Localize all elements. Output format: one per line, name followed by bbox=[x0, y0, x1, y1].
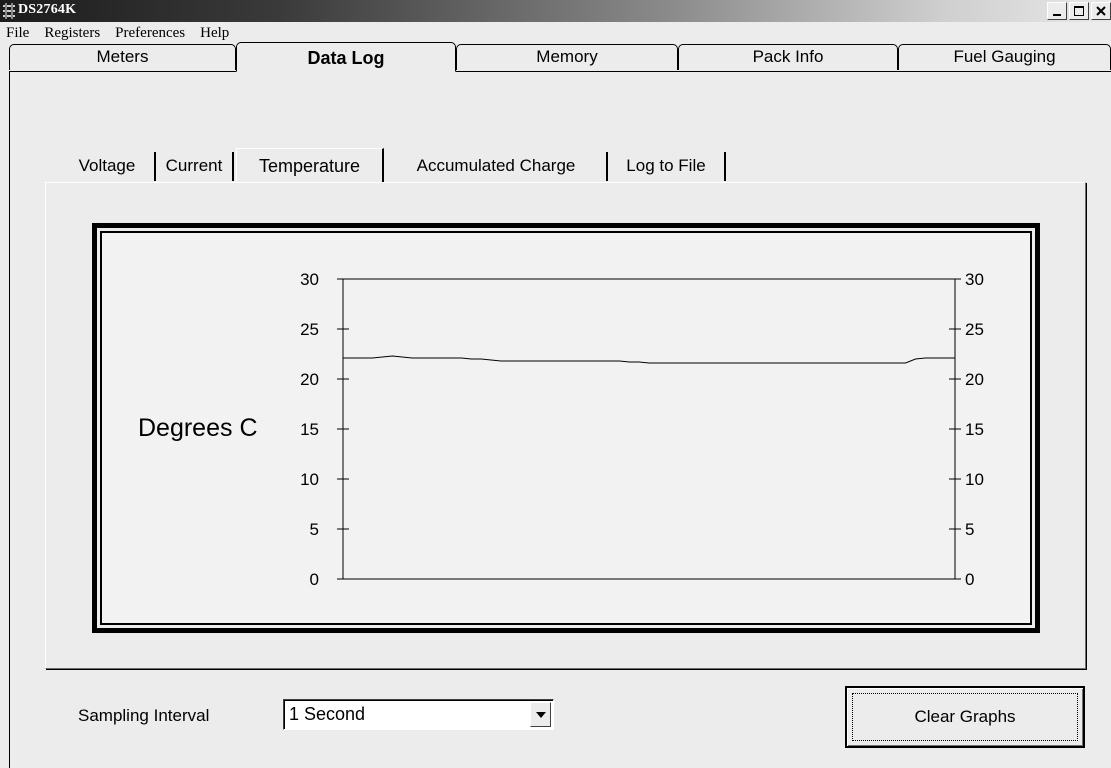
window-title: DS2764K bbox=[18, 2, 77, 17]
tab-pack-info[interactable]: Pack Info bbox=[678, 44, 898, 70]
app-icon bbox=[3, 3, 15, 19]
y-tick-label-left: 5 bbox=[310, 520, 319, 539]
menu-registers[interactable]: Registers bbox=[37, 22, 108, 44]
minimize-button[interactable] bbox=[1047, 2, 1067, 20]
tab-memory[interactable]: Memory bbox=[456, 44, 678, 70]
sampling-interval-value: 1 Second bbox=[289, 704, 366, 724]
menu-file[interactable]: File bbox=[0, 22, 37, 44]
window-controls bbox=[1047, 2, 1111, 20]
y-tick-label-left: 15 bbox=[300, 420, 319, 439]
y-tick-label-left: 20 bbox=[300, 370, 319, 389]
clear-graphs-button[interactable]: Clear Graphs bbox=[845, 686, 1085, 748]
app-window: DS2764K File Registers Preferences Help … bbox=[0, 0, 1111, 768]
y-tick-label-left: 0 bbox=[310, 570, 319, 589]
y-tick-label-right: 0 bbox=[965, 570, 974, 589]
close-icon bbox=[1096, 6, 1106, 16]
y-tick-label-left: 30 bbox=[300, 270, 319, 289]
y-tick-label-right: 10 bbox=[965, 470, 984, 489]
clear-graphs-label: Clear Graphs bbox=[914, 707, 1016, 726]
maximize-button[interactable] bbox=[1069, 2, 1089, 20]
tab-fuel-gauging[interactable]: Fuel Gauging bbox=[898, 44, 1111, 70]
y-axis-label: Degrees C bbox=[138, 414, 258, 442]
menu-preferences[interactable]: Preferences bbox=[108, 22, 193, 44]
minimize-icon bbox=[1053, 14, 1061, 16]
close-button[interactable] bbox=[1091, 2, 1111, 20]
subtab-accumulated-charge[interactable]: Accumulated Charge bbox=[386, 152, 608, 181]
y-tick-label-left: 25 bbox=[300, 320, 319, 339]
chevron-down-icon bbox=[535, 711, 546, 718]
sampling-interval-select[interactable]: 1 Second bbox=[283, 699, 554, 730]
y-tick-label-right: 20 bbox=[965, 370, 984, 389]
menu-bar: File Registers Preferences Help bbox=[0, 22, 1111, 44]
temperature-series-line bbox=[343, 355, 955, 364]
y-tick-label-right: 30 bbox=[965, 270, 984, 289]
menu-help[interactable]: Help bbox=[193, 22, 237, 44]
dropdown-button[interactable] bbox=[530, 702, 551, 727]
subtab-temperature[interactable]: Temperature bbox=[236, 148, 384, 182]
y-tick-label-right: 15 bbox=[965, 420, 984, 439]
tab-meters[interactable]: Meters bbox=[9, 44, 236, 70]
tab-data-log[interactable]: Data Log bbox=[236, 42, 456, 72]
y-tick-label-right: 25 bbox=[965, 320, 984, 339]
y-tick-label-right: 5 bbox=[965, 520, 974, 539]
y-tick-label-left: 10 bbox=[300, 470, 319, 489]
subtab-current[interactable]: Current bbox=[156, 152, 234, 181]
subtab-voltage[interactable]: Voltage bbox=[60, 152, 156, 181]
sampling-interval-label: Sampling Interval bbox=[78, 706, 210, 725]
subtab-log-to-file[interactable]: Log to File bbox=[608, 152, 726, 181]
title-bar[interactable]: DS2764K bbox=[0, 0, 1111, 22]
maximize-icon bbox=[1074, 6, 1084, 16]
